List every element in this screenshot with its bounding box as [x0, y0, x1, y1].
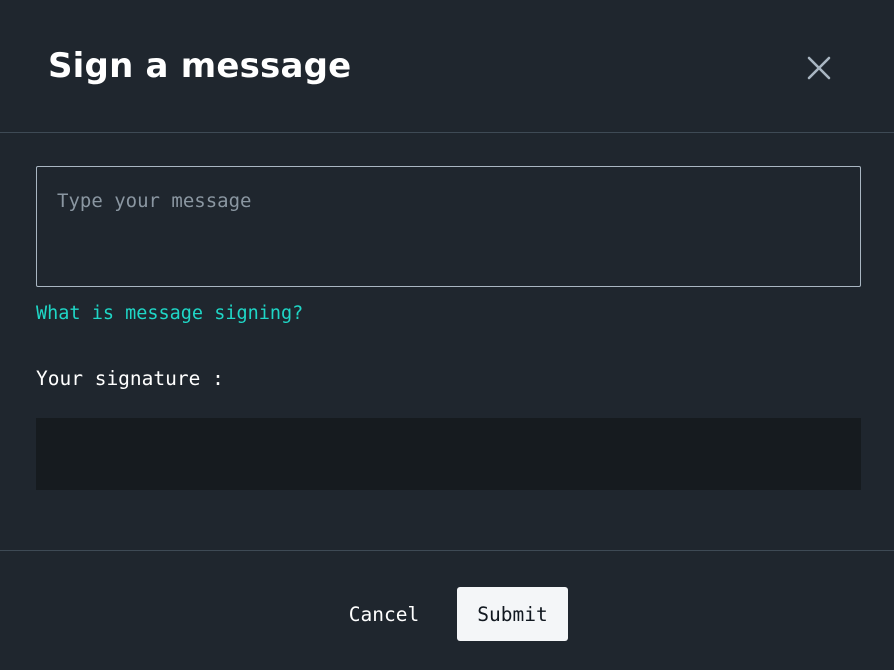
submit-button[interactable]: Submit [457, 587, 568, 641]
message-input[interactable] [36, 166, 861, 287]
dialog-body: What is message signing? Your signature … [0, 133, 894, 550]
dialog-footer: Cancel Submit [0, 550, 894, 670]
signature-label: Your signature : [36, 367, 224, 390]
dialog-header: Sign a message [0, 0, 894, 133]
close-icon [807, 56, 831, 80]
signature-output [36, 418, 861, 490]
sign-message-dialog: Sign a message What is message signing? … [0, 0, 894, 670]
dialog-title: Sign a message [48, 46, 352, 86]
cancel-button[interactable]: Cancel [330, 587, 438, 641]
close-button[interactable] [800, 49, 838, 87]
message-signing-help-link[interactable]: What is message signing? [36, 299, 303, 329]
